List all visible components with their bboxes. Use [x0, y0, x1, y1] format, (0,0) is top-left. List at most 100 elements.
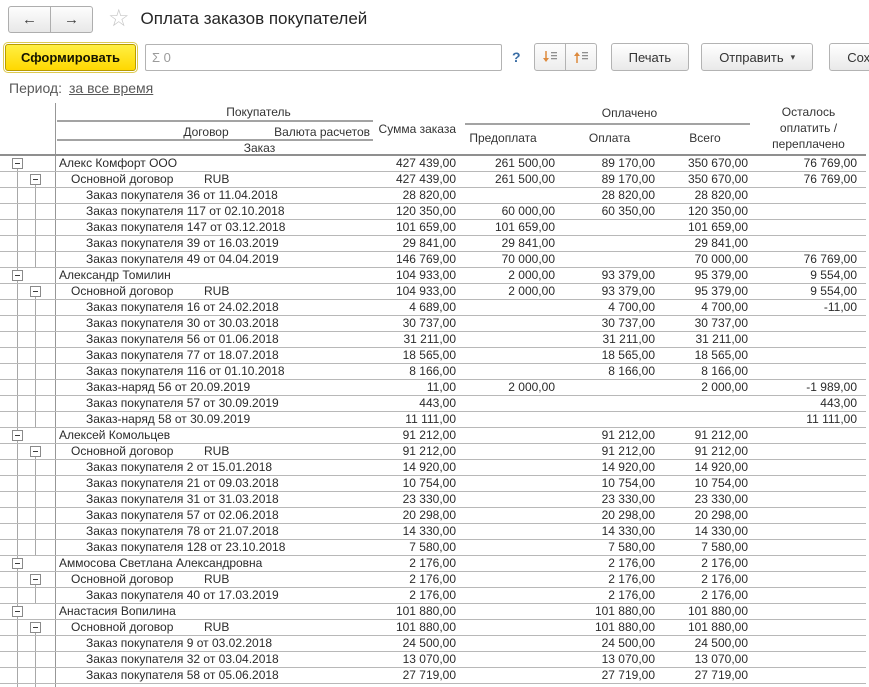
- cell-payment: 30 737,00: [560, 316, 659, 331]
- cell-remaining: [751, 652, 866, 667]
- table-row[interactable]: Основной договорRUB101 880,00101 880,001…: [0, 620, 866, 636]
- tree-line: [35, 668, 36, 683]
- table-row[interactable]: Заказ покупателя 117 от 02.10.2018120 35…: [0, 204, 866, 220]
- cell-payment: 24 500,00: [560, 636, 659, 651]
- table-row[interactable]: Заказ покупателя 32 от 03.04.201813 070,…: [0, 652, 866, 668]
- table-row[interactable]: Алексей Комольцев91 212,0091 212,0091 21…: [0, 428, 866, 444]
- cell-order-sum: 10 754,00: [373, 476, 460, 491]
- table-row[interactable]: Заказ покупателя 9 от 03.02.2018 24 500,0…: [0, 636, 866, 652]
- table-row[interactable]: Заказ-наряд 58 от 30.09.201911 111,0011 …: [0, 412, 866, 428]
- help-icon[interactable]: ?: [512, 49, 521, 65]
- period-value-link[interactable]: за все время: [69, 80, 153, 96]
- tree-line: [17, 508, 18, 523]
- cell-remaining: [751, 316, 866, 331]
- row-name-cell: Заказ покупателя 58 от 05.06.2018: [55, 668, 373, 683]
- cell-remaining: [751, 668, 866, 683]
- tree-line: [17, 204, 18, 219]
- table-row[interactable]: Заказ покупателя 78 от 21.07.201814 330,…: [0, 524, 866, 540]
- cell-total: 28 820,00: [659, 188, 751, 203]
- header-divider: [465, 123, 750, 125]
- table-row[interactable]: Заказ покупателя 39 от 16.03.201929 841,…: [0, 236, 866, 252]
- period-row: Период:за все время: [9, 80, 153, 96]
- table-row[interactable]: Заказ покупателя 116 от 01.10.20188 166,…: [0, 364, 866, 380]
- table-row[interactable]: Заказ покупателя 40 от 17.03.20192 176,0…: [0, 588, 866, 604]
- generate-button[interactable]: Сформировать: [5, 44, 136, 71]
- header-divider: [57, 120, 373, 122]
- cell-prepayment: [460, 652, 560, 667]
- table-row[interactable]: Заказ покупателя 36 от 11.04.201828 820,…: [0, 188, 866, 204]
- table-row[interactable]: Алекс Комфорт ООО427 439,00261 500,0089 …: [0, 156, 866, 172]
- table-row[interactable]: Основной договорRUB104 933,002 000,0093 …: [0, 284, 866, 300]
- row-name-cell: Алексей Комольцев: [55, 428, 373, 443]
- collapse-toggle[interactable]: [30, 622, 41, 633]
- collapse-toggle[interactable]: [30, 286, 41, 297]
- table-row[interactable]: Заказ покупателя 57 от 02.06.201820 298,…: [0, 508, 866, 524]
- table-row[interactable]: Заказ покупателя 147 от 03.12.2018101 65…: [0, 220, 866, 236]
- table-row[interactable]: Заказ покупателя 128 от 23.10.20187 580,…: [0, 540, 866, 556]
- table-row[interactable]: Заказ покупателя 30 от 30.03.2018 30 737,…: [0, 316, 866, 332]
- row-name-cell: Заказ покупателя 9 от 03.02.2018: [55, 636, 373, 651]
- collapse-toggle[interactable]: [12, 430, 23, 441]
- cell-order-sum: 23 330,00: [373, 492, 460, 507]
- forward-button[interactable]: →: [50, 6, 93, 33]
- cell-payment: 101 880,00: [560, 604, 659, 619]
- header-remaining-line: переплачено: [751, 136, 866, 152]
- tree-gutter: [0, 476, 55, 491]
- tree-gutter: [0, 620, 55, 635]
- table-row[interactable]: Заказ покупателя 21 от 09.03.201810 754,…: [0, 476, 866, 492]
- table-row[interactable]: Заказ покупателя 56 от 01.06.201831 211,…: [0, 332, 866, 348]
- table-row[interactable]: Заказ-наряд 56 от 20.09.201911,002 000,0…: [0, 380, 866, 396]
- favorite-star-icon[interactable]: ☆: [108, 7, 130, 31]
- table-row[interactable]: Заказ покупателя 58 от 05.06.201827 719,…: [0, 668, 866, 684]
- cell-remaining: 76 769,00: [751, 156, 866, 171]
- table-row[interactable]: Заказ покупателя 77 от 18.07.201818 565,…: [0, 348, 866, 364]
- collapse-toggle[interactable]: [12, 606, 23, 617]
- row-name-cell: Заказ покупателя 116 от 01.10.2018: [55, 364, 373, 379]
- print-button[interactable]: Печать: [611, 43, 690, 71]
- table-row[interactable]: Аммосова Светлана Александровна2 176,002…: [0, 556, 866, 572]
- save-button[interactable]: Сохранить: [829, 43, 869, 71]
- tree-line: [17, 284, 18, 299]
- cell-total: 91 212,00: [659, 428, 751, 443]
- cell-prepayment: 2 000,00: [460, 268, 560, 283]
- table-row[interactable]: Заказ покупателя 16 от 24.02.20184 689,0…: [0, 300, 866, 316]
- tree-line: [35, 540, 36, 555]
- cell-remaining: [751, 364, 866, 379]
- tree-gutter: [0, 284, 55, 299]
- cell-order-sum: 20 298,00: [373, 508, 460, 523]
- table-row[interactable]: Заказ покупателя 2 от 15.01.201814 920,0…: [0, 460, 866, 476]
- collapse-toggle[interactable]: [30, 174, 41, 185]
- collapse-toggle[interactable]: [12, 270, 23, 281]
- sum-indicator-input[interactable]: [145, 44, 502, 71]
- table-row[interactable]: Заказ покупателя 49 от 04.04.2019146 769…: [0, 252, 866, 268]
- row-name-cell: Основной договорRUB: [55, 572, 373, 587]
- collapse-toggle[interactable]: [12, 558, 23, 569]
- send-button[interactable]: Отправить ▾: [701, 43, 813, 71]
- table-row[interactable]: Анастасия Вопилина101 880,00101 880,0010…: [0, 604, 866, 620]
- collapse-toggle[interactable]: [30, 574, 41, 585]
- table-row[interactable]: Александр Томилин104 933,002 000,0093 37…: [0, 268, 866, 284]
- tree-gutter: [0, 236, 55, 251]
- cell-prepayment: 101 659,00: [460, 220, 560, 235]
- row-label: Алексей Комольцев: [59, 428, 170, 442]
- table-row[interactable]: Заказ покупателя 31 от 31.03.201823 330,…: [0, 492, 866, 508]
- table-row[interactable]: Заказ покупателя 57 от 30.09.2019443,004…: [0, 396, 866, 412]
- row-name-cell: Заказ покупателя 30 от 30.03.2018: [55, 316, 373, 331]
- cell-prepayment: [460, 556, 560, 571]
- collapse-groups-button[interactable]: [534, 43, 566, 71]
- report-rows: Алекс Комфорт ООО427 439,00261 500,0089 …: [0, 156, 866, 687]
- collapse-toggle[interactable]: [12, 158, 23, 169]
- row-name-cell: Заказ покупателя 49 от 04.04.2019: [55, 252, 373, 267]
- cell-remaining: [751, 636, 866, 651]
- back-button[interactable]: ←: [8, 6, 51, 33]
- cell-payment: 93 379,00: [560, 268, 659, 283]
- expand-groups-button[interactable]: [565, 43, 597, 71]
- collapse-toggle[interactable]: [30, 446, 41, 457]
- row-name-cell: Заказ-наряд 58 от 30.09.2019: [55, 412, 373, 427]
- tree-gutter: [0, 604, 55, 619]
- table-row[interactable]: Основной договорRUB2 176,002 176,002 176…: [0, 572, 866, 588]
- tree-gutter: [0, 540, 55, 555]
- row-name-cell: Основной договорRUB: [55, 172, 373, 187]
- table-row[interactable]: Основной договорRUB427 439,00261 500,008…: [0, 172, 866, 188]
- table-row[interactable]: Основной договорRUB91 212,0091 212,0091 …: [0, 444, 866, 460]
